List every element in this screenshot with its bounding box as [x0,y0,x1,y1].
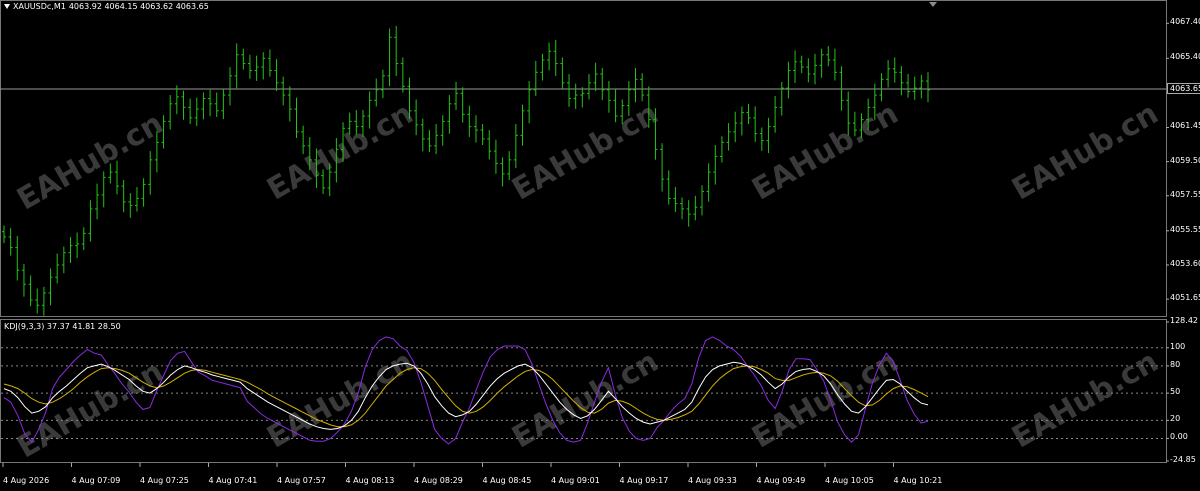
time-axis-label: 4 Aug 08:45 [482,476,532,485]
time-axis-label: 4 Aug 09:01 [551,476,600,485]
time-axis-label: 4 Aug 07:09 [71,476,121,485]
time-axis-label: 4 Aug 10:05 [825,476,874,485]
price-axis-label: 4067.40 [1170,17,1200,27]
time-axis-label: 4 Aug 07:25 [140,476,189,485]
time-axis-label: 4 Aug 07:41 [208,476,258,485]
price-axis-label: 4059.50 [1170,155,1200,165]
indicator-axis-label: 80 [1170,359,1181,369]
time-axis-label: 4 Aug 09:17 [619,476,669,485]
indicator-axis-label: 20 [1170,414,1181,424]
price-axis-label: 4061.45 [1170,121,1200,131]
indicator-axis-label: -24.85 [1170,455,1196,464]
time-axis-label: 4 Aug 08:13 [345,476,395,485]
time-axis-label: 4 Aug 09:49 [756,476,806,485]
price-axis-label: 4053.60 [1170,258,1200,268]
ohlc-values: 4063.92 4064.15 4063.62 4063.65 [68,2,209,11]
indicator-title: KDJ(9,3,3) 37.37 41.81 28.50 [4,322,121,331]
price-axis-label: 4065.40 [1170,52,1200,62]
price-axis-label: 4055.55 [1170,224,1200,234]
indicator-axis-label: 100 [1170,341,1186,351]
time-axis-label: 4 Aug 10:21 [893,476,943,485]
time-axis-label: 4 Aug 09:33 [688,476,737,485]
indicator-axis-label: 50 [1170,387,1181,397]
time-axis-label: 4 Aug 08:29 [414,476,463,485]
time-axis-label: 4 Aug 07:57 [277,476,326,485]
price-axis-label: 4057.55 [1170,189,1200,199]
menu-triangle-icon[interactable] [4,4,10,9]
price-axis-label: 4051.65 [1170,293,1200,303]
trading-chart[interactable]: EAHub.cn EAHub.cn EAHub.cn EAHub.cn EAHub.cn… [0,0,1200,491]
symbol-label: XAUUSDc,M1 [13,2,66,11]
indicator-axis-label: 0.00 [1170,432,1188,442]
indicator-axis-label: 128.42 [1170,316,1198,325]
chart-header: XAUUSDc,M1 4063.92 4064.15 4063.62 4063.… [4,2,209,11]
time-axis-label: 4 Aug 2026 [3,476,50,485]
current-price-tag: 4063.65 [1167,82,1200,94]
